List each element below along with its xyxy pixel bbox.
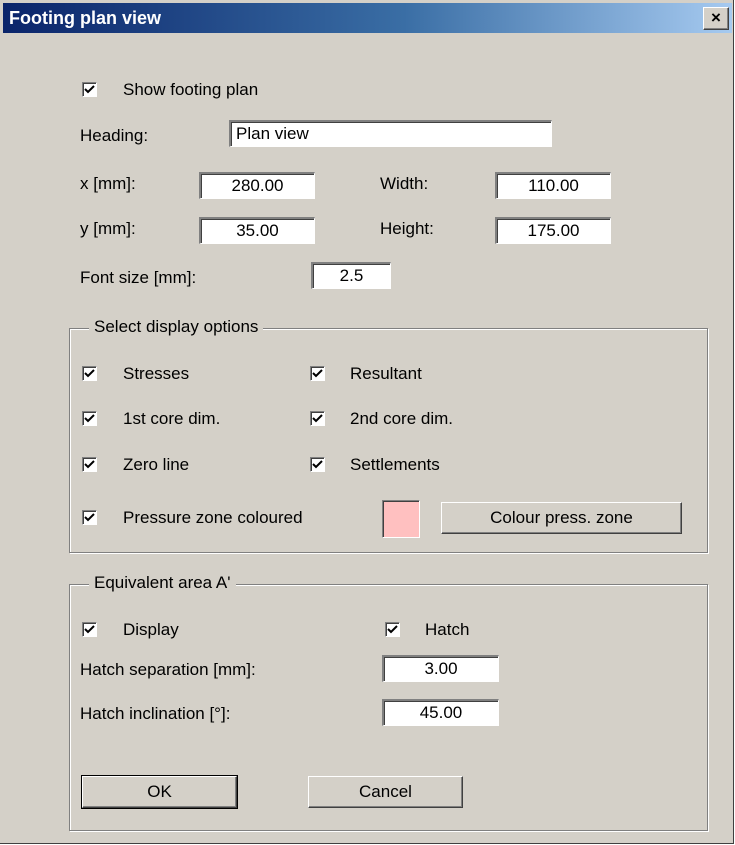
zero-line-checkbox[interactable] xyxy=(82,457,97,472)
checkmark-icon xyxy=(387,625,398,634)
display-options-title: Select display options xyxy=(89,317,264,337)
ok-button[interactable]: OK xyxy=(81,775,238,809)
stresses-label: Stresses xyxy=(123,364,190,383)
checkmark-icon xyxy=(84,85,95,94)
resultant-checkbox[interactable] xyxy=(310,366,325,381)
hatch-separation-input[interactable]: 3.00 xyxy=(382,655,499,682)
pressure-zone-label: Pressure zone coloured xyxy=(123,508,303,527)
checkmark-icon xyxy=(84,460,95,469)
checkmark-icon xyxy=(312,369,323,378)
height-input[interactable]: 175.00 xyxy=(495,217,611,244)
title-bar[interactable]: Footing plan view × xyxy=(3,3,732,33)
close-icon: × xyxy=(711,8,721,27)
close-button[interactable]: × xyxy=(703,7,729,30)
checkmark-icon xyxy=(312,414,323,423)
pressure-zone-checkbox[interactable] xyxy=(82,510,97,525)
hatch-inclination-input[interactable]: 45.00 xyxy=(382,699,499,726)
settlements-label: Settlements xyxy=(350,455,440,474)
font-size-input[interactable]: 2.5 xyxy=(311,262,391,289)
hatch-inclination-label: Hatch inclination [°]: xyxy=(80,704,231,723)
x-label: x [mm]: xyxy=(80,174,136,193)
resultant-label: Resultant xyxy=(350,364,422,383)
colour-press-zone-button[interactable]: Colour press. zone xyxy=(441,502,682,534)
cancel-button[interactable]: Cancel xyxy=(308,776,463,808)
pressure-zone-color-swatch xyxy=(382,500,420,538)
hatch-separation-label: Hatch separation [mm]: xyxy=(80,660,256,679)
display-checkbox[interactable] xyxy=(82,622,97,637)
core2-label: 2nd core dim. xyxy=(350,409,453,428)
equivalent-area-title: Equivalent area A' xyxy=(89,573,236,593)
hatch-label: Hatch xyxy=(425,620,470,639)
settlements-checkbox[interactable] xyxy=(310,457,325,472)
footing-plan-dialog: Footing plan view × Show footing plan He… xyxy=(0,0,734,844)
checkmark-icon xyxy=(84,369,95,378)
heading-label: Heading: xyxy=(80,126,149,145)
window-title: Footing plan view xyxy=(9,8,161,28)
core1-checkbox[interactable] xyxy=(82,411,97,426)
show-footing-plan-label: Show footing plan xyxy=(123,80,259,99)
heading-input[interactable]: Plan view xyxy=(229,120,552,147)
checkmark-icon xyxy=(84,513,95,522)
width-label: Width: xyxy=(380,174,429,193)
x-input[interactable]: 280.00 xyxy=(199,172,315,199)
width-input[interactable]: 110.00 xyxy=(495,172,611,199)
y-input[interactable]: 35.00 xyxy=(199,217,315,244)
font-size-label: Font size [mm]: xyxy=(80,268,197,287)
checkmark-icon xyxy=(84,625,95,634)
display-label: Display xyxy=(123,620,179,639)
stresses-checkbox[interactable] xyxy=(82,366,97,381)
hatch-checkbox[interactable] xyxy=(385,622,400,637)
checkmark-icon xyxy=(312,460,323,469)
checkmark-icon xyxy=(84,414,95,423)
height-label: Height: xyxy=(380,219,434,238)
zero-line-label: Zero line xyxy=(123,455,190,474)
core1-label: 1st core dim. xyxy=(123,409,221,428)
show-footing-plan-checkbox[interactable] xyxy=(82,82,97,97)
core2-checkbox[interactable] xyxy=(310,411,325,426)
y-label: y [mm]: xyxy=(80,219,136,238)
